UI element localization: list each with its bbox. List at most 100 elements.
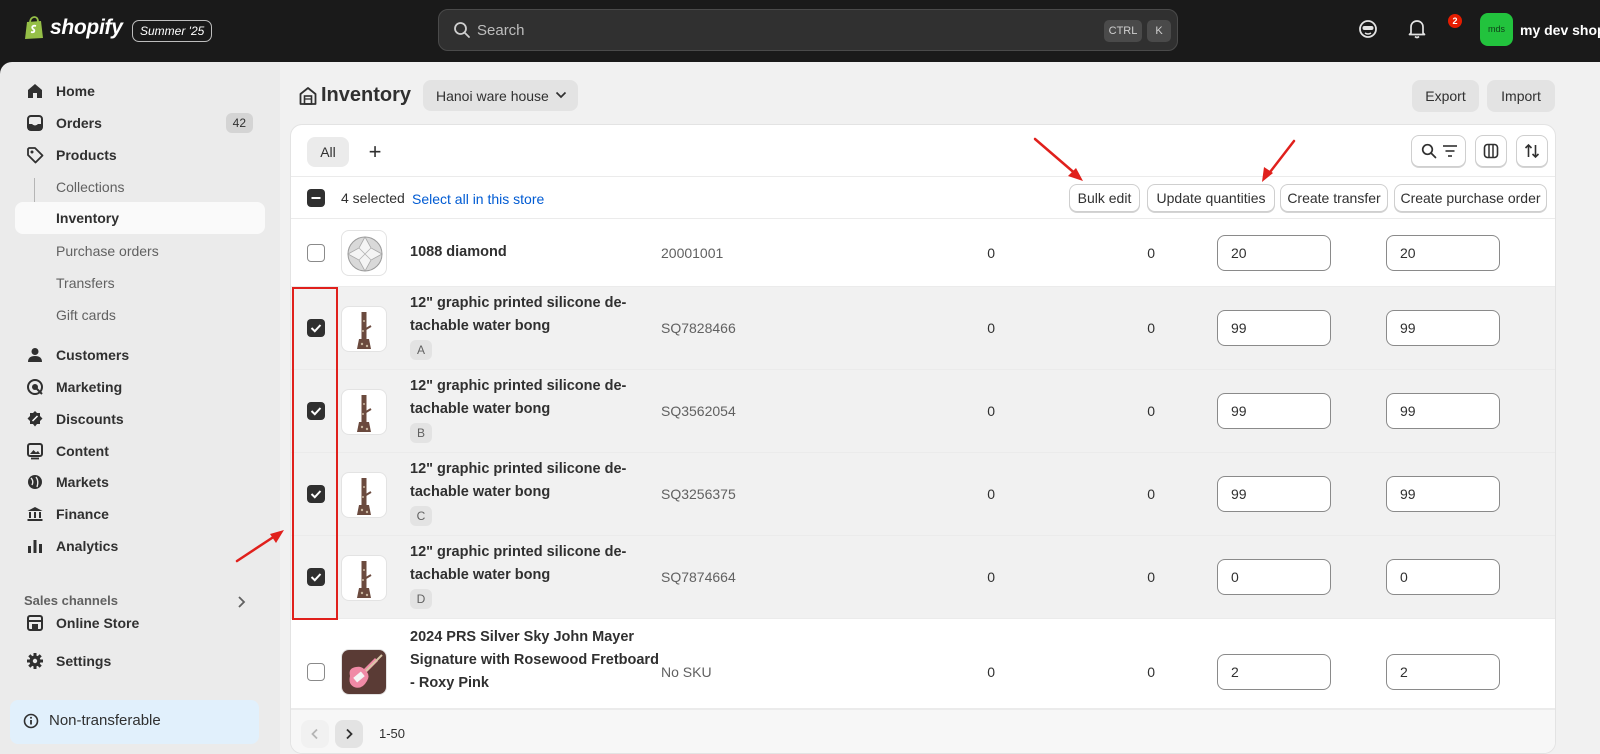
- sidebar-item-label: Content: [56, 443, 109, 459]
- sidebar-item-finance[interactable]: Finance: [15, 498, 265, 530]
- product-name[interactable]: 2024 PRS Silver Sky John Mayer Signature…: [410, 626, 660, 695]
- on-hand-input[interactable]: [1386, 476, 1500, 512]
- search-filter-button[interactable]: [1411, 135, 1466, 167]
- sidebar-item-gift-cards[interactable]: Gift cards: [15, 299, 265, 331]
- sidebar-item-settings[interactable]: Settings: [15, 645, 265, 677]
- variant-badge: A: [410, 340, 432, 360]
- update-quantities-button[interactable]: Update quantities: [1147, 184, 1275, 212]
- create-purchase-order-button[interactable]: Create purchase order: [1394, 184, 1547, 212]
- select-all-link[interactable]: Select all in this store: [412, 191, 544, 207]
- previous-page-button[interactable]: [301, 720, 329, 748]
- search-input[interactable]: [477, 18, 1077, 42]
- available-input[interactable]: [1217, 559, 1331, 595]
- target-icon: [27, 379, 43, 395]
- on-hand-input[interactable]: [1386, 559, 1500, 595]
- sidebar-item-marketing[interactable]: Marketing: [15, 371, 265, 403]
- add-view-button[interactable]: +: [363, 137, 387, 167]
- sidebar-item-label: Analytics: [56, 538, 119, 554]
- shopify-bag-icon: [25, 16, 43, 39]
- info-icon: [23, 713, 39, 729]
- on-hand-input[interactable]: [1386, 393, 1500, 429]
- bell-icon[interactable]: [1408, 19, 1426, 39]
- tab-all[interactable]: All: [307, 137, 349, 167]
- table-row[interactable]: 12" graphic printed silicone de-tachable…: [291, 536, 1555, 619]
- tag-icon: [27, 147, 44, 164]
- columns-button[interactable]: [1475, 135, 1507, 167]
- on-hand-input[interactable]: [1386, 310, 1500, 346]
- location-select-value: Hanoi ware house: [436, 88, 549, 104]
- sidebar-item-inventory[interactable]: Inventory: [15, 202, 265, 234]
- location-select[interactable]: Hanoi ware house: [423, 80, 578, 111]
- table-row[interactable]: 2024 PRS Silver Sky John Mayer Signature…: [291, 619, 1555, 709]
- available-input[interactable]: [1217, 654, 1331, 690]
- row-checkbox[interactable]: [307, 663, 325, 681]
- banner-label: Non-transferable: [49, 712, 161, 729]
- table-row[interactable]: 1088 diamond 20001001 0 0: [291, 219, 1555, 287]
- sidebar-item-online-store[interactable]: Online Store: [15, 607, 265, 639]
- sidebar-item-purchase-orders[interactable]: Purchase orders: [15, 235, 265, 267]
- top-bar: shopify Summer '25 CTRL K 2 mds my dev s…: [0, 0, 1600, 62]
- sidebar-item-transfers[interactable]: Transfers: [15, 267, 265, 299]
- bulk-edit-button[interactable]: Bulk edit: [1069, 184, 1140, 212]
- product-thumbnail: [341, 649, 387, 695]
- row-checkbox[interactable]: [307, 244, 325, 262]
- sidebar-item-orders[interactable]: Orders 42: [15, 107, 265, 139]
- product-name[interactable]: 12" graphic printed silicone de-tachable…: [410, 541, 650, 587]
- edition-badge[interactable]: Summer '25: [132, 20, 213, 42]
- product-name[interactable]: 12" graphic printed silicone de-tachable…: [410, 458, 650, 504]
- sidebar-item-content[interactable]: Content: [15, 435, 265, 467]
- committed-count: 0: [1147, 569, 1155, 585]
- available-input[interactable]: [1217, 393, 1331, 429]
- non-transferable-banner[interactable]: Non-transferable: [10, 700, 259, 744]
- guitar-image: [342, 650, 386, 694]
- sort-button[interactable]: [1516, 135, 1548, 167]
- sidebar-item-customers[interactable]: Customers: [15, 339, 265, 371]
- product-name[interactable]: 12" graphic printed silicone de-tachable…: [410, 375, 650, 421]
- sidebar-item-label: Products: [56, 147, 117, 163]
- columns-icon: [1483, 143, 1499, 159]
- variant-badge: C: [410, 506, 432, 526]
- sidebar-item-analytics[interactable]: Analytics: [15, 530, 265, 562]
- import-button[interactable]: Import: [1487, 80, 1555, 112]
- orders-count-badge: 42: [225, 113, 253, 133]
- sidebar-item-home[interactable]: Home: [15, 75, 265, 107]
- selection-highlight-box: [292, 287, 338, 620]
- sidebar-item-markets[interactable]: Markets: [15, 466, 265, 498]
- person-icon: [28, 348, 42, 362]
- on-hand-input[interactable]: [1386, 235, 1500, 271]
- diamond-image: [347, 236, 383, 272]
- product-name[interactable]: 1088 diamond: [410, 241, 650, 264]
- bong-image: [357, 312, 372, 349]
- sidebar-item-collections[interactable]: Collections: [15, 171, 265, 203]
- shop-name[interactable]: my dev shop: [1520, 22, 1600, 38]
- available-input[interactable]: [1217, 476, 1331, 512]
- table-row[interactable]: 12" graphic printed silicone de-tachable…: [291, 287, 1555, 370]
- sidebar-item-discounts[interactable]: Discounts: [15, 403, 265, 435]
- discount-icon: [27, 411, 43, 427]
- shortcut-ctrl-key: CTRL: [1104, 20, 1142, 42]
- sidekick-icon[interactable]: [1358, 19, 1378, 39]
- product-name[interactable]: 12" graphic printed silicone de-tachable…: [410, 292, 650, 338]
- available-input[interactable]: [1217, 235, 1331, 271]
- next-page-button[interactable]: [335, 720, 363, 748]
- create-transfer-button[interactable]: Create transfer: [1280, 184, 1388, 212]
- variant-badge: B: [410, 423, 432, 443]
- unavailable-count: 0: [987, 403, 995, 419]
- search-bar[interactable]: CTRL K: [438, 9, 1178, 51]
- select-all-checkbox[interactable]: [307, 189, 325, 207]
- table-row[interactable]: 12" graphic printed silicone de-tachable…: [291, 370, 1555, 453]
- available-input[interactable]: [1217, 310, 1331, 346]
- unavailable-count: 0: [987, 486, 995, 502]
- sidebar-item-products[interactable]: Products: [15, 139, 265, 171]
- shopify-logo[interactable]: shopify: [24, 16, 123, 40]
- export-button[interactable]: Export: [1412, 80, 1479, 112]
- avatar[interactable]: mds: [1480, 13, 1513, 46]
- warehouse-icon: [299, 87, 317, 105]
- unavailable-count: 0: [987, 320, 995, 336]
- sidebar-item-label: Markets: [56, 474, 109, 490]
- sidebar-item-label: Online Store: [56, 615, 140, 631]
- on-hand-input[interactable]: [1386, 654, 1500, 690]
- shortcut-k-key: K: [1147, 20, 1171, 42]
- product-thumbnail: [341, 389, 387, 435]
- table-row[interactable]: 12" graphic printed silicone de-tachable…: [291, 453, 1555, 536]
